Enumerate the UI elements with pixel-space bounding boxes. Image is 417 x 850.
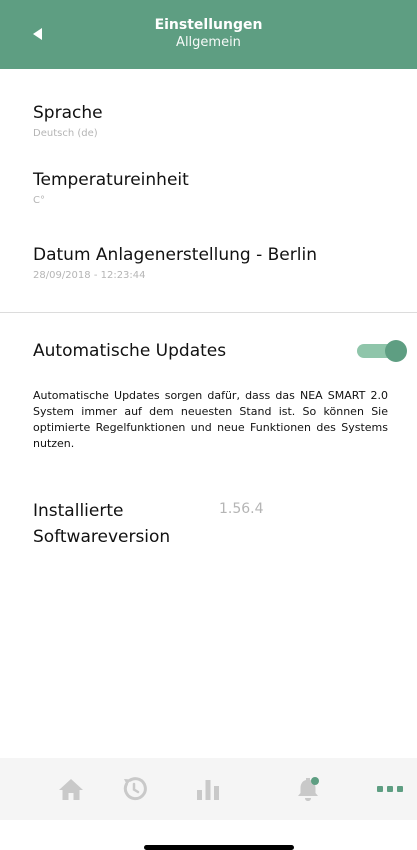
software-version-label: Installierte Softwareversion bbox=[33, 501, 171, 547]
setting-value: Deutsch (de) bbox=[33, 128, 98, 139]
nav-statistics[interactable] bbox=[191, 772, 225, 806]
statistics-icon bbox=[197, 780, 219, 800]
notifications-icon bbox=[298, 777, 319, 801]
software-version-value: 1.56.4 bbox=[219, 501, 264, 517]
auto-updates-label: Automatische Updates bbox=[33, 341, 227, 361]
setting-label: Temperatureinheit bbox=[33, 170, 189, 190]
history-icon bbox=[123, 777, 147, 801]
nav-home[interactable] bbox=[54, 772, 88, 806]
home-icon bbox=[59, 779, 83, 800]
page-title: Einstellungen bbox=[154, 17, 263, 33]
header-titles: Einstellungen Allgemein bbox=[0, 17, 417, 51]
setting-value: C° bbox=[33, 195, 45, 206]
setting-label: Datum Anlagenerstellung - Berlin bbox=[33, 245, 317, 265]
auto-updates-description: Automatische Updates sorgen dafür, dass … bbox=[33, 389, 388, 450]
section-divider bbox=[0, 312, 417, 313]
nav-more[interactable] bbox=[373, 772, 407, 806]
header-bar: Einstellungen Allgemein bbox=[0, 0, 417, 69]
nav-notifications[interactable] bbox=[291, 772, 325, 806]
more-icon bbox=[377, 786, 403, 792]
setting-row-language[interactable]: Sprache Deutsch (de) bbox=[33, 103, 387, 141]
bottom-nav bbox=[0, 758, 417, 820]
toggle-knob bbox=[385, 340, 407, 362]
page-subtitle: Allgemein bbox=[176, 35, 241, 50]
setting-row-installation-date: Datum Anlagenerstellung - Berlin 28/09/2… bbox=[33, 245, 387, 283]
setting-value: 28/09/2018 - 12:23:44 bbox=[33, 270, 146, 281]
settings-screen: Einstellungen Allgemein Sprache Deutsch … bbox=[0, 0, 417, 850]
setting-label: Sprache bbox=[33, 103, 103, 123]
auto-updates-toggle[interactable] bbox=[357, 340, 407, 362]
nav-history[interactable] bbox=[117, 772, 151, 806]
home-indicator[interactable] bbox=[144, 845, 294, 850]
setting-row-temperature-unit[interactable]: Temperatureinheit C° bbox=[33, 170, 387, 208]
